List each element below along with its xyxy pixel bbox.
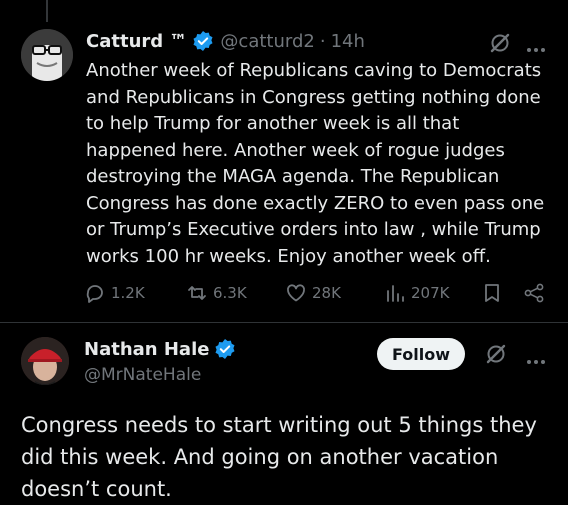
- post-time[interactable]: 14h: [331, 31, 365, 52]
- author-name[interactable]: Catturd ™: [86, 31, 187, 52]
- share-icon: [524, 283, 544, 303]
- like-button[interactable]: 28K: [285, 282, 341, 304]
- repost-icon: [188, 286, 206, 300]
- reply-author-name-row: Nathan Hale: [84, 338, 242, 360]
- more-icon[interactable]: [525, 351, 547, 364]
- share-button[interactable]: [523, 282, 550, 304]
- reply-count: 1.2K: [111, 284, 145, 302]
- grok-icon[interactable]: [489, 32, 511, 54]
- views-icon: [387, 285, 404, 302]
- more-icon[interactable]: [525, 39, 547, 52]
- views-count: 207K: [411, 284, 450, 302]
- repost-button[interactable]: 6.3K: [186, 282, 247, 304]
- separator-dot: ·: [319, 30, 326, 52]
- reply-icon: [86, 285, 103, 303]
- reply-author-handle[interactable]: @MrNateHale: [84, 365, 201, 385]
- author-handle[interactable]: @catturd2: [220, 31, 314, 52]
- verified-badge-icon: [192, 30, 214, 52]
- bookmark-button[interactable]: [481, 282, 508, 304]
- reply-author-name[interactable]: Nathan Hale: [84, 339, 209, 360]
- tweet-actions: 1.2K 6.3K 28K 207K: [84, 282, 554, 308]
- reply-button[interactable]: 1.2K: [84, 282, 145, 304]
- catturd-avatar[interactable]: [21, 29, 73, 81]
- repost-count: 6.3K: [213, 284, 247, 302]
- reply-text: Congress needs to start writing out 5 th…: [21, 413, 537, 501]
- bookmark-icon: [485, 284, 499, 302]
- tweet-text: Another week of Republicans caving to De…: [86, 60, 545, 267]
- thread-connector-line: [46, 0, 48, 22]
- verified-badge-icon: [214, 338, 236, 360]
- tweet-divider: [0, 322, 568, 323]
- like-icon: [287, 284, 305, 302]
- tweet-header: Catturd ™ @catturd2 · 14h: [86, 28, 365, 54]
- grok-icon[interactable]: [485, 343, 507, 365]
- views-button[interactable]: 207K: [384, 282, 449, 304]
- like-count: 28K: [312, 284, 341, 302]
- nathan-hale-avatar[interactable]: [21, 337, 69, 385]
- follow-button[interactable]: Follow: [377, 338, 465, 370]
